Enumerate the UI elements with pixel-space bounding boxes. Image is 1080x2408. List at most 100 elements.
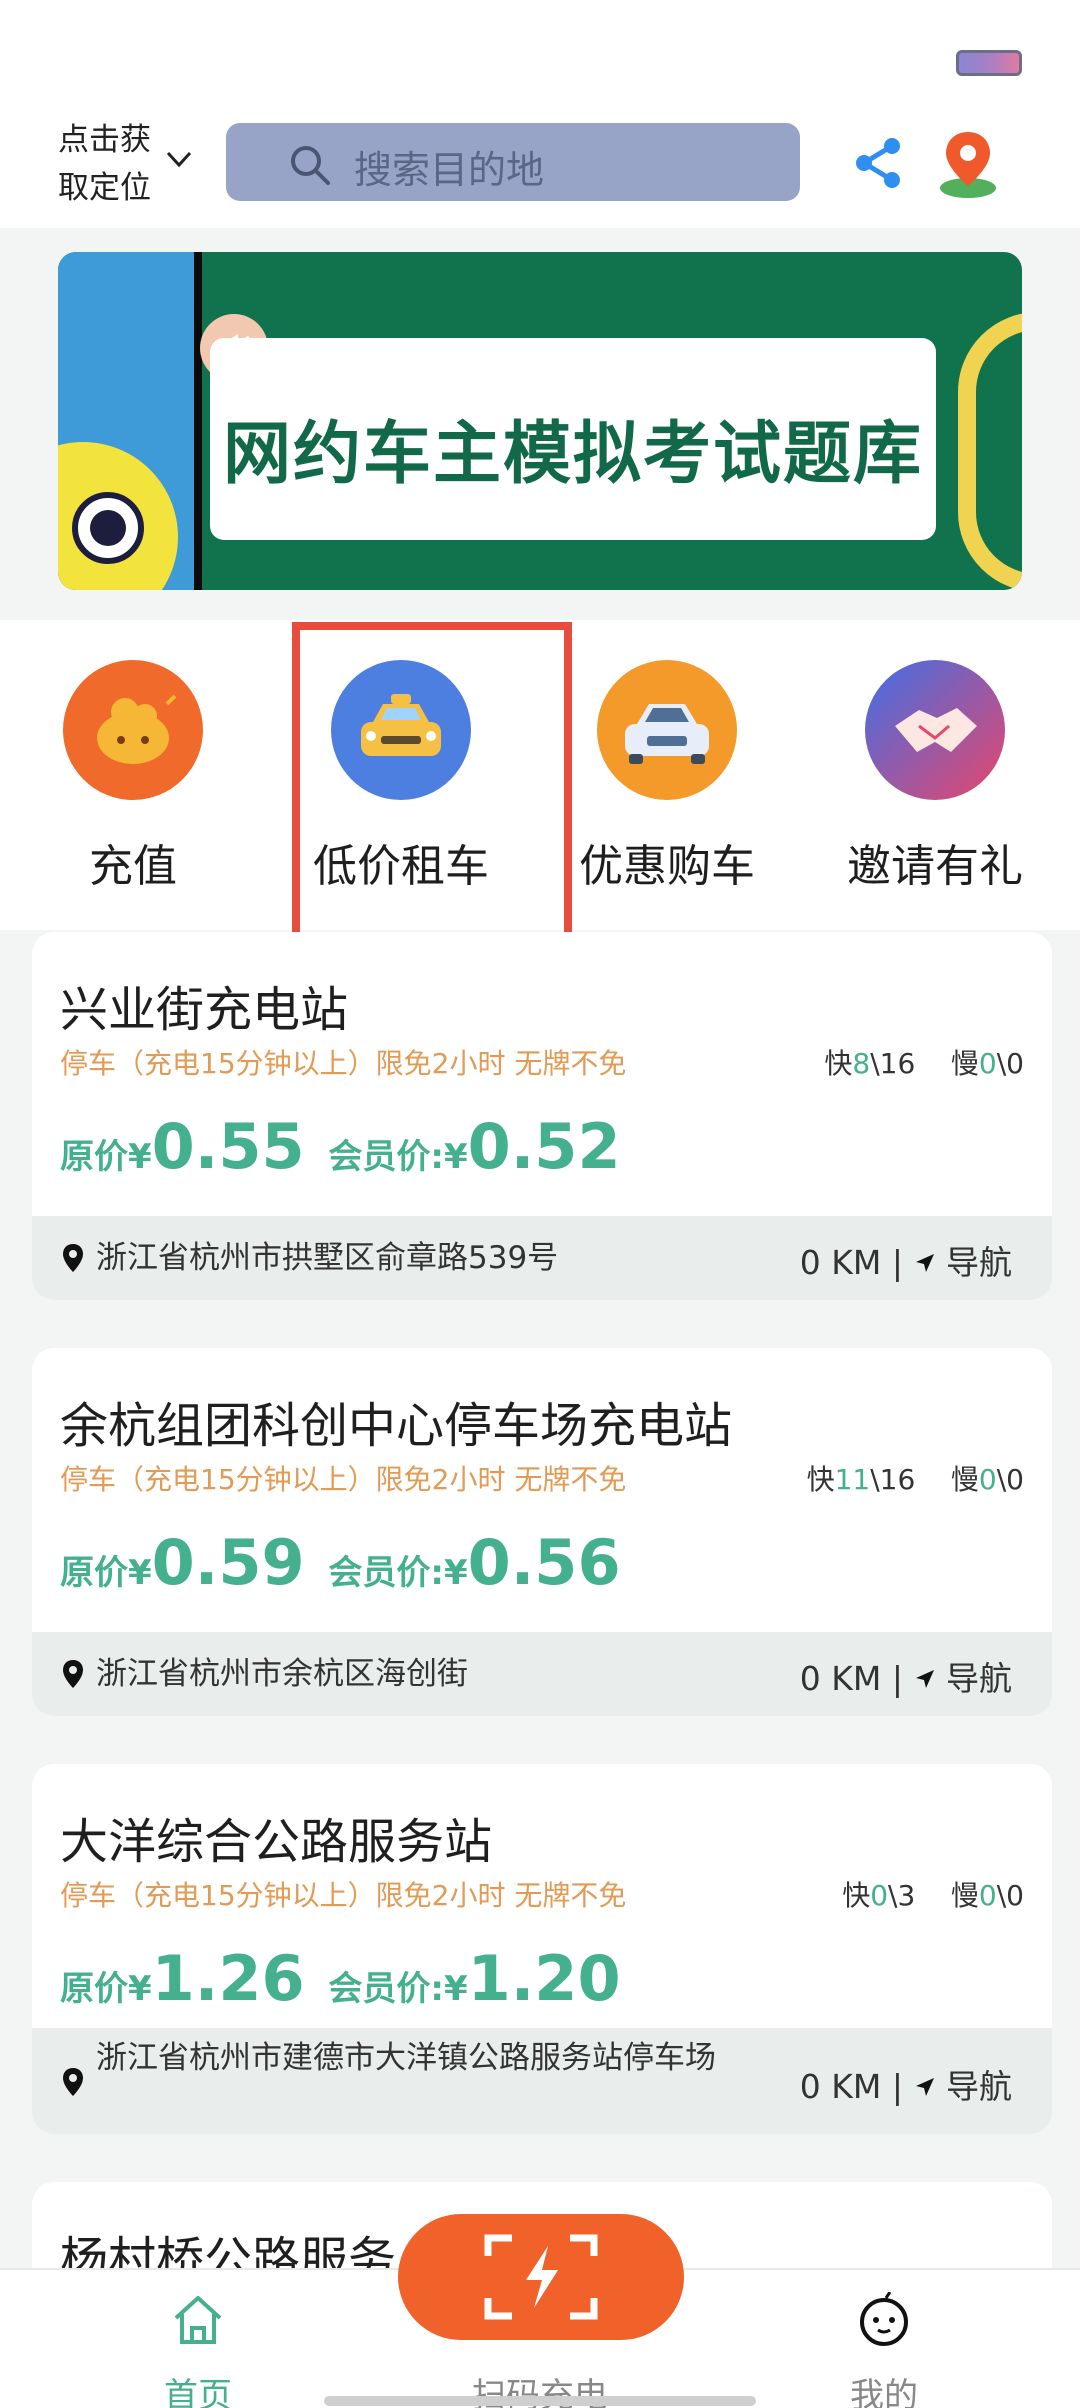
slow-label: 慢 bbox=[950, 1879, 979, 1912]
fast-label: 快 bbox=[806, 1463, 835, 1496]
scan-bolt-icon bbox=[484, 2234, 598, 2320]
navigate-button[interactable]: 0 KM | 导航 bbox=[800, 1236, 1012, 1284]
share-icon[interactable] bbox=[852, 136, 906, 190]
parking-rule: 停车（充电15分钟以上）限免2小时 无牌不免 bbox=[60, 1879, 627, 1912]
highlight-box bbox=[292, 622, 572, 940]
home-icon[interactable] bbox=[170, 2292, 226, 2348]
navigation-arrow-icon bbox=[915, 1670, 934, 1688]
battery-icon bbox=[956, 50, 1022, 76]
fast-available: 8 bbox=[852, 1047, 871, 1080]
quick-action-discount-purchase[interactable]: 优惠购车 bbox=[552, 660, 782, 894]
fast-label: 快 bbox=[842, 1879, 871, 1912]
member-price: 0.56 bbox=[467, 1526, 621, 1599]
distance-text: 0 KM | bbox=[799, 1243, 903, 1282]
quick-action-label: 优惠购车 bbox=[579, 841, 755, 892]
member-price: 0.52 bbox=[467, 1110, 621, 1183]
fast-available: 11 bbox=[834, 1463, 871, 1496]
scan-charge-button[interactable] bbox=[398, 2214, 684, 2340]
station-address: 浙江省杭州市余杭区海创街 bbox=[96, 1656, 468, 1692]
distance-text: 0 KM | bbox=[799, 2067, 903, 2106]
status-bar bbox=[0, 0, 1080, 110]
station-card[interactable]: 大洋综合公路服务站 停车（充电15分钟以上）限免2小时 无牌不免 快0\3 慢0… bbox=[32, 1764, 1052, 2134]
member-price-label: 会员价:¥ bbox=[328, 1553, 468, 1593]
banner-title: 网约车主模拟考试题库 bbox=[222, 415, 923, 494]
original-price: 1.26 bbox=[151, 1942, 305, 2015]
search-placeholder: 搜索目的地 bbox=[354, 148, 545, 192]
station-name: 余杭组团科创中心停车场充电站 bbox=[60, 1398, 733, 1454]
slow-total: \0 bbox=[996, 1879, 1024, 1912]
banner-mascot-eye bbox=[72, 492, 144, 564]
navigate-label: 导航 bbox=[946, 1659, 1012, 1698]
slow-label: 慢 bbox=[950, 1463, 979, 1496]
navigate-button[interactable]: 0 KM | 导航 bbox=[800, 2060, 1012, 2108]
charger-counts: 快0\3 慢0\0 bbox=[842, 1874, 1024, 1914]
charger-counts: 快11\16 慢0\0 bbox=[807, 1458, 1024, 1498]
slow-available: 0 bbox=[978, 1879, 997, 1912]
navigate-button[interactable]: 0 KM | 导航 bbox=[800, 1652, 1012, 1700]
charger-counts: 快8\16 慢0\0 bbox=[824, 1042, 1024, 1082]
station-name: 兴业街充电站 bbox=[60, 982, 349, 1038]
original-price: 0.59 bbox=[151, 1526, 305, 1599]
quick-action-label: 邀请有礼 bbox=[847, 841, 1023, 892]
member-price-label: 会员价:¥ bbox=[328, 1969, 468, 2009]
price-row: 原价¥0.59 会员价:¥0.56 bbox=[60, 1526, 621, 1599]
banner-card: 网约车主模拟考试题库 bbox=[210, 338, 936, 540]
chevron-down-icon[interactable] bbox=[164, 144, 194, 174]
navigation-arrow-icon bbox=[915, 1254, 934, 1272]
original-price-label: 原价¥ bbox=[60, 1969, 152, 2009]
banner-decoration bbox=[958, 312, 1022, 590]
quick-action-label: 充值 bbox=[89, 841, 177, 892]
parking-rule: 停车（充电15分钟以上）限免2小时 无牌不免 bbox=[60, 1463, 627, 1496]
coin-bag-icon bbox=[63, 660, 203, 800]
fast-label: 快 bbox=[824, 1047, 853, 1080]
handshake-icon bbox=[865, 660, 1005, 800]
station-card[interactable]: 兴业街充电站 停车（充电15分钟以上）限免2小时 无牌不免 快8\16 慢0\0… bbox=[32, 932, 1052, 1300]
home-indicator bbox=[324, 2396, 756, 2406]
distance-text: 0 KM | bbox=[799, 1659, 903, 1698]
location-button[interactable]: 点击获取定位 bbox=[58, 116, 168, 212]
location-pin-icon bbox=[63, 1660, 83, 1688]
station-card[interactable]: 余杭组团科创中心停车场充电站 停车（充电15分钟以上）限免2小时 无牌不免 快1… bbox=[32, 1348, 1052, 1716]
address-row: 浙江省杭州市建德市大洋镇公路服务站停车场 0 KM | 导航 bbox=[32, 2028, 1052, 2134]
top-header: 点击获取定位 搜索目的地 bbox=[0, 110, 1080, 228]
fast-total: \16 bbox=[870, 1463, 916, 1496]
member-price-label: 会员价:¥ bbox=[328, 1137, 468, 1177]
promo-banner[interactable]: 网约车主模拟考试题库 bbox=[58, 252, 1022, 590]
price-row: 原价¥1.26 会员价:¥1.20 bbox=[60, 1942, 621, 2015]
map-pin-icon[interactable] bbox=[938, 128, 998, 200]
search-icon bbox=[291, 146, 330, 185]
banner-illustration bbox=[58, 252, 194, 590]
location-pin-icon bbox=[63, 1244, 83, 1272]
tab-mine[interactable]: 我的 bbox=[784, 2368, 984, 2408]
member-price: 1.20 bbox=[467, 1942, 621, 2015]
slow-total: \0 bbox=[996, 1047, 1024, 1080]
station-address: 浙江省杭州市建德市大洋镇公路服务站停车场 bbox=[96, 2040, 716, 2076]
address-row: 浙江省杭州市拱墅区俞章路539号 0 KM | 导航 bbox=[32, 1216, 1052, 1300]
quick-action-recharge[interactable]: 充值 bbox=[18, 660, 248, 894]
station-address: 浙江省杭州市拱墅区俞章路539号 bbox=[96, 1240, 559, 1276]
navigate-label: 导航 bbox=[946, 1243, 1012, 1282]
quick-action-invite[interactable]: 邀请有礼 bbox=[820, 660, 1050, 894]
slow-total: \0 bbox=[996, 1463, 1024, 1496]
slow-label: 慢 bbox=[950, 1047, 979, 1080]
address-row: 浙江省杭州市余杭区海创街 0 KM | 导航 bbox=[32, 1632, 1052, 1716]
navigate-label: 导航 bbox=[946, 2067, 1012, 2106]
slow-available: 0 bbox=[978, 1463, 997, 1496]
navigation-arrow-icon bbox=[915, 2078, 934, 2096]
car-icon bbox=[597, 660, 737, 800]
station-name: 大洋综合公路服务站 bbox=[60, 1814, 493, 1870]
fast-available: 0 bbox=[870, 1879, 889, 1912]
slow-available: 0 bbox=[978, 1047, 997, 1080]
location-pin-icon bbox=[63, 2068, 83, 2096]
price-row: 原价¥0.55 会员价:¥0.52 bbox=[60, 1110, 621, 1183]
fast-total: \16 bbox=[870, 1047, 916, 1080]
banner-divider bbox=[194, 252, 202, 590]
original-price-label: 原价¥ bbox=[60, 1137, 152, 1177]
search-bar[interactable]: 搜索目的地 bbox=[226, 123, 800, 201]
parking-rule: 停车（充电15分钟以上）限免2小时 无牌不免 bbox=[60, 1047, 627, 1080]
original-price-label: 原价¥ bbox=[60, 1553, 152, 1593]
original-price: 0.55 bbox=[151, 1110, 305, 1183]
fast-total: \3 bbox=[888, 1879, 916, 1912]
tab-home[interactable]: 首页 bbox=[98, 2368, 298, 2408]
profile-face-icon[interactable] bbox=[856, 2292, 912, 2348]
